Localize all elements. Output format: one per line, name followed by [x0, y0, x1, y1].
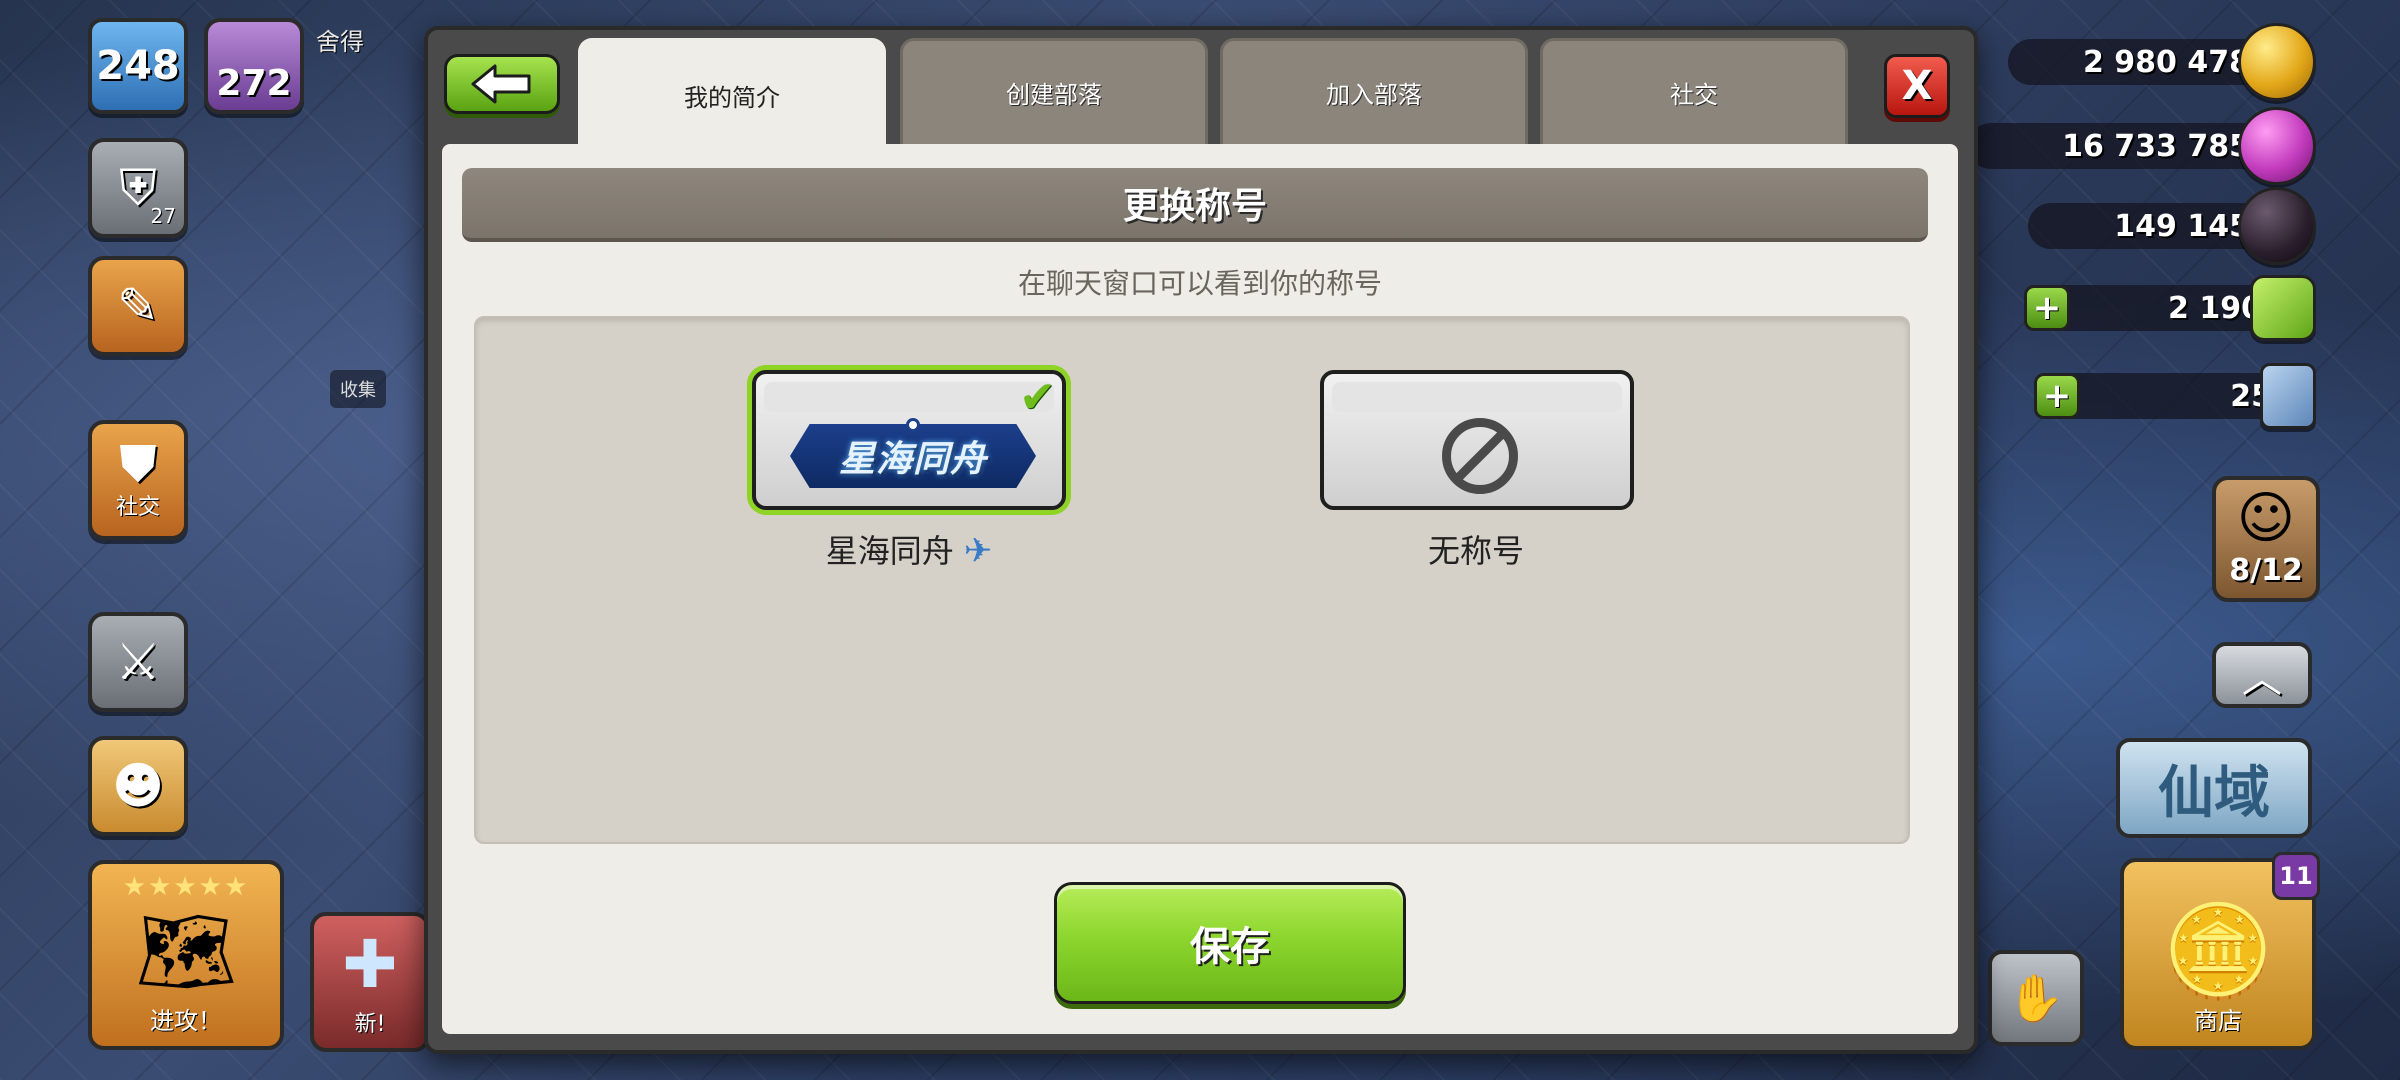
gold-resource: 2 980 478 [2008, 23, 2316, 101]
arrow-left-icon [471, 64, 531, 104]
elixir-amount: 16 733 785 [1968, 123, 2268, 169]
title-name: 无称号 [1427, 532, 1524, 570]
title-name: 星海同舟 [825, 532, 954, 570]
title-list-panel [474, 316, 1910, 844]
tab-join-clan[interactable]: 加入部落 [1220, 38, 1528, 144]
dark-elixir-resource: 149 145 [2028, 187, 2316, 265]
elixir-resource: 16 733 785 [1968, 107, 2316, 185]
builder-button[interactable]: ☺ 8/12 [2212, 476, 2320, 602]
player-name: 舍得 [316, 28, 364, 56]
gold-amount: 2 980 478 [2008, 39, 2268, 85]
social-button[interactable]: ⛊ 社交 [88, 420, 188, 540]
edit-layout-button[interactable]: ✋ [1988, 950, 2084, 1046]
event-banner-button[interactable]: 仙域 [2116, 738, 2312, 838]
shop-label: 商店 [2194, 1007, 2242, 1035]
barbarian-icon: ☻ [111, 757, 165, 815]
add-tickets-button[interactable]: + [2034, 373, 2080, 419]
barbarian-button[interactable]: ☻ [88, 736, 188, 836]
chevron-up-icon: ︿ [2242, 656, 2282, 702]
prohibited-icon [1442, 418, 1518, 494]
title-option-label: 星海同舟 ✈ [709, 526, 1109, 572]
stars-icon: ★★★★★ [122, 872, 250, 902]
expand-button[interactable]: ︿ [2212, 642, 2312, 708]
dark-elixir-drop-icon [2238, 187, 2316, 265]
ticket-icon [2260, 363, 2316, 429]
event-label: 仙域 [2158, 759, 2270, 826]
gem-icon [2250, 275, 2316, 341]
experience-level-badge[interactable]: 248 [88, 18, 188, 114]
add-gems-button[interactable]: + [2024, 285, 2070, 331]
elixir-drop-icon [2238, 107, 2316, 185]
badge-gem-dot [906, 418, 920, 432]
new-label: 新! [354, 1012, 386, 1037]
shop-button[interactable]: 11 🪙 商店 [2120, 852, 2320, 1050]
title-option-xinghai[interactable]: 星海同舟 ✔ [752, 370, 1066, 510]
tickets-amount: 25 [2050, 373, 2290, 419]
coins-hammer-icon: 🪙 [2161, 899, 2275, 1004]
back-button[interactable] [444, 54, 560, 114]
section-title: 更换称号 [462, 168, 1928, 242]
social-label: 社交 [115, 495, 160, 520]
builder-face-icon: ☺ [2236, 486, 2296, 551]
troop-count: 27 [150, 204, 176, 228]
title-badge-art: 星海同舟 [790, 424, 1036, 488]
gems-resource: + 2 190 [2024, 275, 2316, 341]
gold-coin-icon [2238, 23, 2316, 101]
collect-label[interactable]: 收集 [330, 370, 386, 408]
hand-arrow-icon: ✋ [2007, 970, 2065, 1025]
crossed-swords-icon: ⚔ [115, 633, 161, 691]
dark-elixir-amount: 149 145 [2028, 203, 2268, 249]
tickets-resource: + 25 [2034, 363, 2316, 429]
clan-shield-icon: ⛊ [119, 435, 157, 493]
scroll-icon: ✎ [117, 277, 159, 335]
close-button[interactable]: X [1884, 54, 1950, 118]
new-feature-button[interactable]: ✚ 新! [310, 912, 430, 1052]
attack-button[interactable]: ★★★★★ 🗺 进攻！ [88, 860, 284, 1050]
tab-my-profile[interactable]: 我的简介 [578, 38, 886, 150]
level-value: 248 [96, 43, 180, 89]
shop-badge: 11 [2272, 852, 2320, 900]
checkmark-icon: ✔ [1019, 372, 1056, 423]
battle-button[interactable]: ⚔ [88, 612, 188, 712]
title-option-label: 无称号 [1276, 526, 1676, 572]
title-option-none[interactable] [1320, 370, 1634, 510]
tab-create-clan[interactable]: 创建部落 [900, 38, 1208, 144]
quest-button[interactable]: ✎ [88, 256, 188, 356]
attack-label: 进攻！ [150, 1007, 222, 1035]
trophy-league-badge[interactable]: 272 [204, 18, 304, 114]
title-hint: 在聊天窗口可以看到你的称号 [1017, 267, 1382, 300]
save-button[interactable]: 保存 [1054, 882, 1406, 1004]
close-icon: X [1901, 63, 1933, 109]
medic-shield-icon: ✚ [342, 926, 398, 1003]
trophy-value: 272 [216, 63, 292, 104]
badge-text: 星海同舟 [838, 439, 987, 480]
gems-amount: 2 190 [2040, 285, 2280, 331]
map-icon: 🗺 [135, 904, 237, 998]
spaceship-icon: ✈ [963, 531, 993, 571]
army-button[interactable]: ⛨ 27 [88, 138, 188, 238]
builder-count: 8/12 [2229, 553, 2303, 588]
tab-social[interactable]: 社交 [1540, 38, 1848, 144]
